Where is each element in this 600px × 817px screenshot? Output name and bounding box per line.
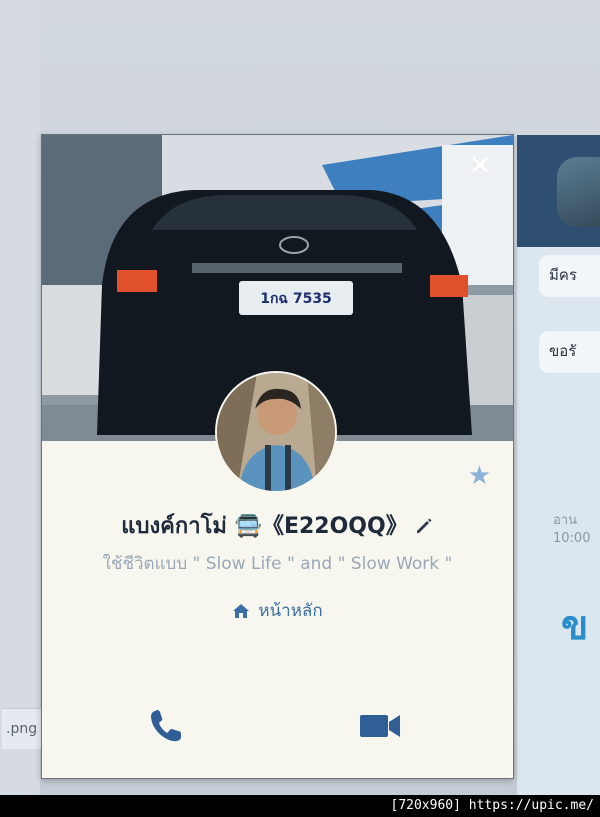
avatar[interactable] [215, 371, 337, 493]
video-call-button[interactable] [352, 701, 408, 751]
close-icon[interactable]: ✕ [469, 153, 491, 179]
screen: .png มีคร ขอรั อาน 10:00 ข 1กฉ 7535 ✕ ★ … [0, 0, 600, 795]
home-label: หน้าหลัก [258, 601, 323, 621]
chat-bubble: ขอรั [539, 331, 600, 373]
home-icon [233, 603, 250, 618]
image-host-footer: [720x960] https://upic.me/ [0, 795, 600, 817]
profile-card: 1กฉ 7535 ✕ ★ แบงค์กาโม่ 🚍《E22OQQ》 ใช้ชีว… [41, 134, 514, 779]
timestamp: 10:00 [553, 531, 591, 546]
read-label: อาน [553, 513, 577, 528]
plate-text: 1กฉ 7535 [260, 291, 332, 307]
phone-icon [151, 710, 181, 742]
chat-sticker-text: ข [561, 603, 589, 649]
chat-bubble: มีคร [539, 255, 600, 297]
watermark-text: [720x960] https://upic.me/ [390, 798, 595, 813]
chat-header [517, 135, 600, 247]
chat-avatar[interactable] [557, 157, 600, 227]
status-message: ใช้ชีวิตแบบ " Slow Life " and " Slow Wor… [102, 554, 453, 574]
message-meta: อาน 10:00 [553, 512, 590, 548]
background-left-panel [0, 0, 40, 795]
video-camera-icon [360, 715, 400, 737]
background-chat-panel: มีคร ขอรั อาน 10:00 ข [517, 135, 600, 795]
avatar-photo [217, 373, 335, 491]
star-icon[interactable]: ★ [468, 461, 491, 491]
pencil-icon[interactable] [414, 516, 434, 536]
profile-name: แบงค์กาโม่ 🚍《E22OQQ》 [121, 514, 408, 539]
call-button[interactable] [138, 701, 194, 751]
home-link[interactable]: หน้าหลัก [42, 597, 513, 624]
profile-name-row: แบงค์กาโม่ 🚍《E22OQQ》 [42, 508, 513, 543]
